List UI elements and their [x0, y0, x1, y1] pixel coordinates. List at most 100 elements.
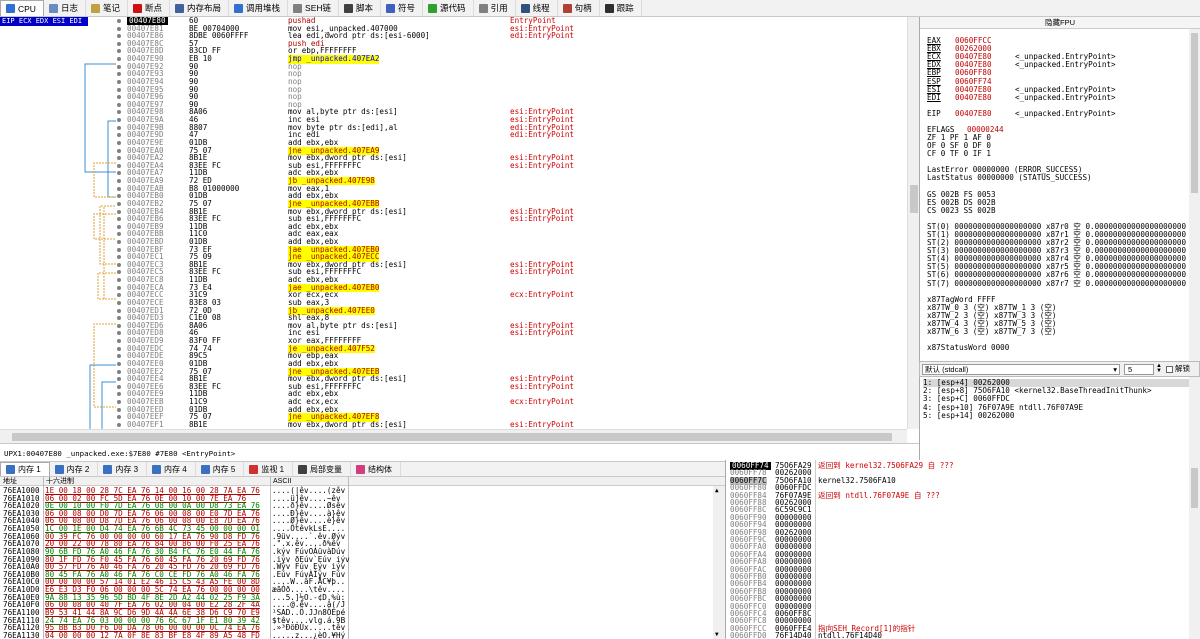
arg-count-spinner[interactable]: ▲ ▼: [1156, 363, 1162, 374]
stack-vscrollbar[interactable]: [1189, 460, 1200, 639]
fpu-tag-line[interactable]: x87TW_6 3 (空) x87TW_7 3 (空): [927, 327, 1056, 336]
disasm-row[interactable]: 00407EF1 8B1E mov ebx,dword ptr ds:[esi] es…: [0, 420, 907, 429]
breakpoint-dot-icon[interactable]: [117, 148, 121, 153]
memory-tab[interactable]: 内存 4: [147, 462, 196, 476]
breakpoint-dot-icon[interactable]: [117, 79, 121, 84]
register-view[interactable]: 隐藏FPU EAX 0060FFCC EBX 00262000 ECX 00407E80 <…: [919, 17, 1200, 361]
breakpoint-dot-icon[interactable]: [117, 118, 121, 123]
memory-tab[interactable]: 局部变量: [293, 462, 352, 476]
checkbox-icon[interactable]: [1166, 365, 1173, 373]
breakpoint-dot-icon[interactable]: [117, 102, 121, 107]
register-value[interactable]: 00407E80: [955, 109, 1015, 118]
scroll-thumb[interactable]: [12, 433, 892, 441]
breakpoint-dot-icon[interactable]: [117, 407, 121, 412]
breakpoint-dot-icon[interactable]: [117, 384, 121, 389]
register-value[interactable]: 00407E80: [955, 93, 1015, 102]
breakpoint-dot-icon[interactable]: [117, 95, 121, 100]
breakpoint-dot-icon[interactable]: [117, 422, 121, 427]
disassembly-vscrollbar[interactable]: [907, 17, 919, 429]
col-hex[interactable]: 十六进制: [46, 477, 74, 486]
register-eip[interactable]: EIP 00407E80 <_unpacked.EntryPoint>: [927, 109, 1116, 118]
scroll-thumb[interactable]: [1191, 468, 1198, 508]
calling-convention-select[interactable]: 默认 (stdcall) ▾: [922, 364, 1120, 375]
disassembly-hscrollbar[interactable]: [0, 429, 907, 443]
segment-line[interactable]: CS 0023 SS 002B: [927, 206, 996, 215]
breakpoint-dot-icon[interactable]: [117, 186, 121, 191]
memory-tab[interactable]: 内存 3: [98, 462, 148, 476]
memory-tab[interactable]: 监视 1: [244, 462, 294, 476]
breakpoint-dot-icon[interactable]: [117, 26, 121, 31]
spin-down-icon[interactable]: ▼: [1156, 368, 1162, 374]
breakpoint-dot-icon[interactable]: [117, 201, 121, 206]
tab-log[interactable]: 日志: [44, 0, 86, 16]
tab-cpu[interactable]: CPU: [0, 0, 44, 16]
disassembly-view[interactable]: EIP ECX EDX ESI EDI 00407E80 60 pushad Entr…: [0, 17, 919, 443]
breakpoint-dot-icon[interactable]: [117, 133, 121, 138]
scroll-down-icon[interactable]: ▼: [715, 631, 719, 638]
breakpoint-dot-icon[interactable]: [117, 293, 121, 298]
breakpoint-dot-icon[interactable]: [117, 361, 121, 366]
breakpoint-dot-icon[interactable]: [117, 323, 121, 328]
breakpoint-dot-icon[interactable]: [117, 224, 121, 229]
memory-tab[interactable]: 内存 1: [0, 462, 50, 476]
breakpoint-dot-icon[interactable]: [117, 369, 121, 374]
breakpoint-dot-icon[interactable]: [117, 49, 121, 54]
breakpoint-dot-icon[interactable]: [117, 72, 121, 77]
stack-view[interactable]: 0060FF74 75O6FA29 返回到 kernel32.7506FA29 自 …: [725, 460, 1200, 639]
breakpoint-dot-icon[interactable]: [117, 41, 121, 46]
tab-handles[interactable]: 句柄: [558, 0, 600, 16]
col-ascii[interactable]: ASCII: [273, 477, 291, 486]
tab-trace[interactable]: 跟踪: [600, 0, 642, 16]
stack-row[interactable]: 0060FFD0 76F14D40 ntdll.76F14D40: [726, 631, 1200, 639]
last-error-line[interactable]: LastStatus 00000000 (STATUS_SUCCESS): [927, 174, 1092, 182]
breakpoint-dot-icon[interactable]: [117, 247, 121, 252]
register-edi[interactable]: EDI 00407E80 <_unpacked.EntryPoint>: [927, 93, 1116, 102]
breakpoint-dot-icon[interactable]: [117, 110, 121, 115]
memory-tab[interactable]: 内存 2: [50, 462, 99, 476]
breakpoint-dot-icon[interactable]: [117, 262, 121, 267]
scroll-thumb[interactable]: [910, 185, 918, 213]
breakpoint-dot-icon[interactable]: [117, 19, 121, 23]
tab-breakpoint[interactable]: 断点: [128, 0, 170, 16]
tab-references[interactable]: 引用: [474, 0, 516, 16]
tab-seh[interactable]: SEH链: [288, 0, 340, 16]
tab-threads[interactable]: 线程: [516, 0, 558, 16]
breakpoint-dot-icon[interactable]: [117, 64, 121, 69]
tab-symbols[interactable]: 符号: [381, 0, 424, 16]
breakpoint-dot-icon[interactable]: [117, 171, 121, 176]
breakpoint-dot-icon[interactable]: [117, 179, 121, 184]
memory-tab[interactable]: 结构体: [351, 462, 402, 476]
breakpoint-dot-icon[interactable]: [117, 156, 121, 161]
breakpoint-dot-icon[interactable]: [117, 316, 121, 321]
tab-source[interactable]: 源代码: [423, 0, 474, 16]
breakpoint-dot-icon[interactable]: [117, 300, 121, 305]
tab-memory-map[interactable]: 内存布局: [170, 0, 230, 16]
breakpoint-dot-icon[interactable]: [117, 34, 121, 39]
breakpoint-dot-icon[interactable]: [117, 232, 121, 237]
fpu-st-line[interactable]: ST(7) 0000000000000000000 x87r7 空 0.0000…: [927, 279, 1186, 288]
breakpoint-dot-icon[interactable]: [117, 87, 121, 92]
breakpoint-dot-icon[interactable]: [117, 278, 121, 283]
breakpoint-dot-icon[interactable]: [117, 415, 121, 420]
fpu-status-line[interactable]: x87StatusWord 0000: [927, 343, 1009, 352]
breakpoint-dot-icon[interactable]: [117, 346, 121, 351]
breakpoint-dot-icon[interactable]: [117, 392, 121, 397]
flags-line[interactable]: CF 0 TF 0 IF 1: [927, 150, 991, 158]
breakpoint-dot-icon[interactable]: [117, 354, 121, 359]
dump-hex[interactable]: 04 00 00 00 12 7A 0F 8E 83 BF E8 4F 89 A…: [45, 631, 260, 639]
breakpoint-dot-icon[interactable]: [117, 270, 121, 275]
argument-line[interactable]: 5: [esp+14] 00262000: [923, 411, 1014, 420]
breakpoint-dot-icon[interactable]: [117, 140, 121, 145]
breakpoint-dot-icon[interactable]: [117, 377, 121, 382]
col-address[interactable]: 地址: [3, 477, 17, 486]
tab-script[interactable]: 脚本: [339, 0, 382, 16]
register-vscrollbar[interactable]: [1189, 29, 1200, 361]
dump-vscrollbar[interactable]: ▲ ▼: [713, 486, 725, 639]
breakpoint-dot-icon[interactable]: [117, 217, 121, 222]
breakpoint-dot-icon[interactable]: [117, 400, 121, 404]
hide-fpu-button[interactable]: 隐藏FPU: [920, 17, 1200, 29]
tab-call-stack[interactable]: 调用堆栈: [229, 0, 289, 16]
breakpoint-dot-icon[interactable]: [117, 285, 121, 290]
memory-tab[interactable]: 内存 5: [196, 462, 245, 476]
breakpoint-dot-icon[interactable]: [117, 239, 121, 244]
